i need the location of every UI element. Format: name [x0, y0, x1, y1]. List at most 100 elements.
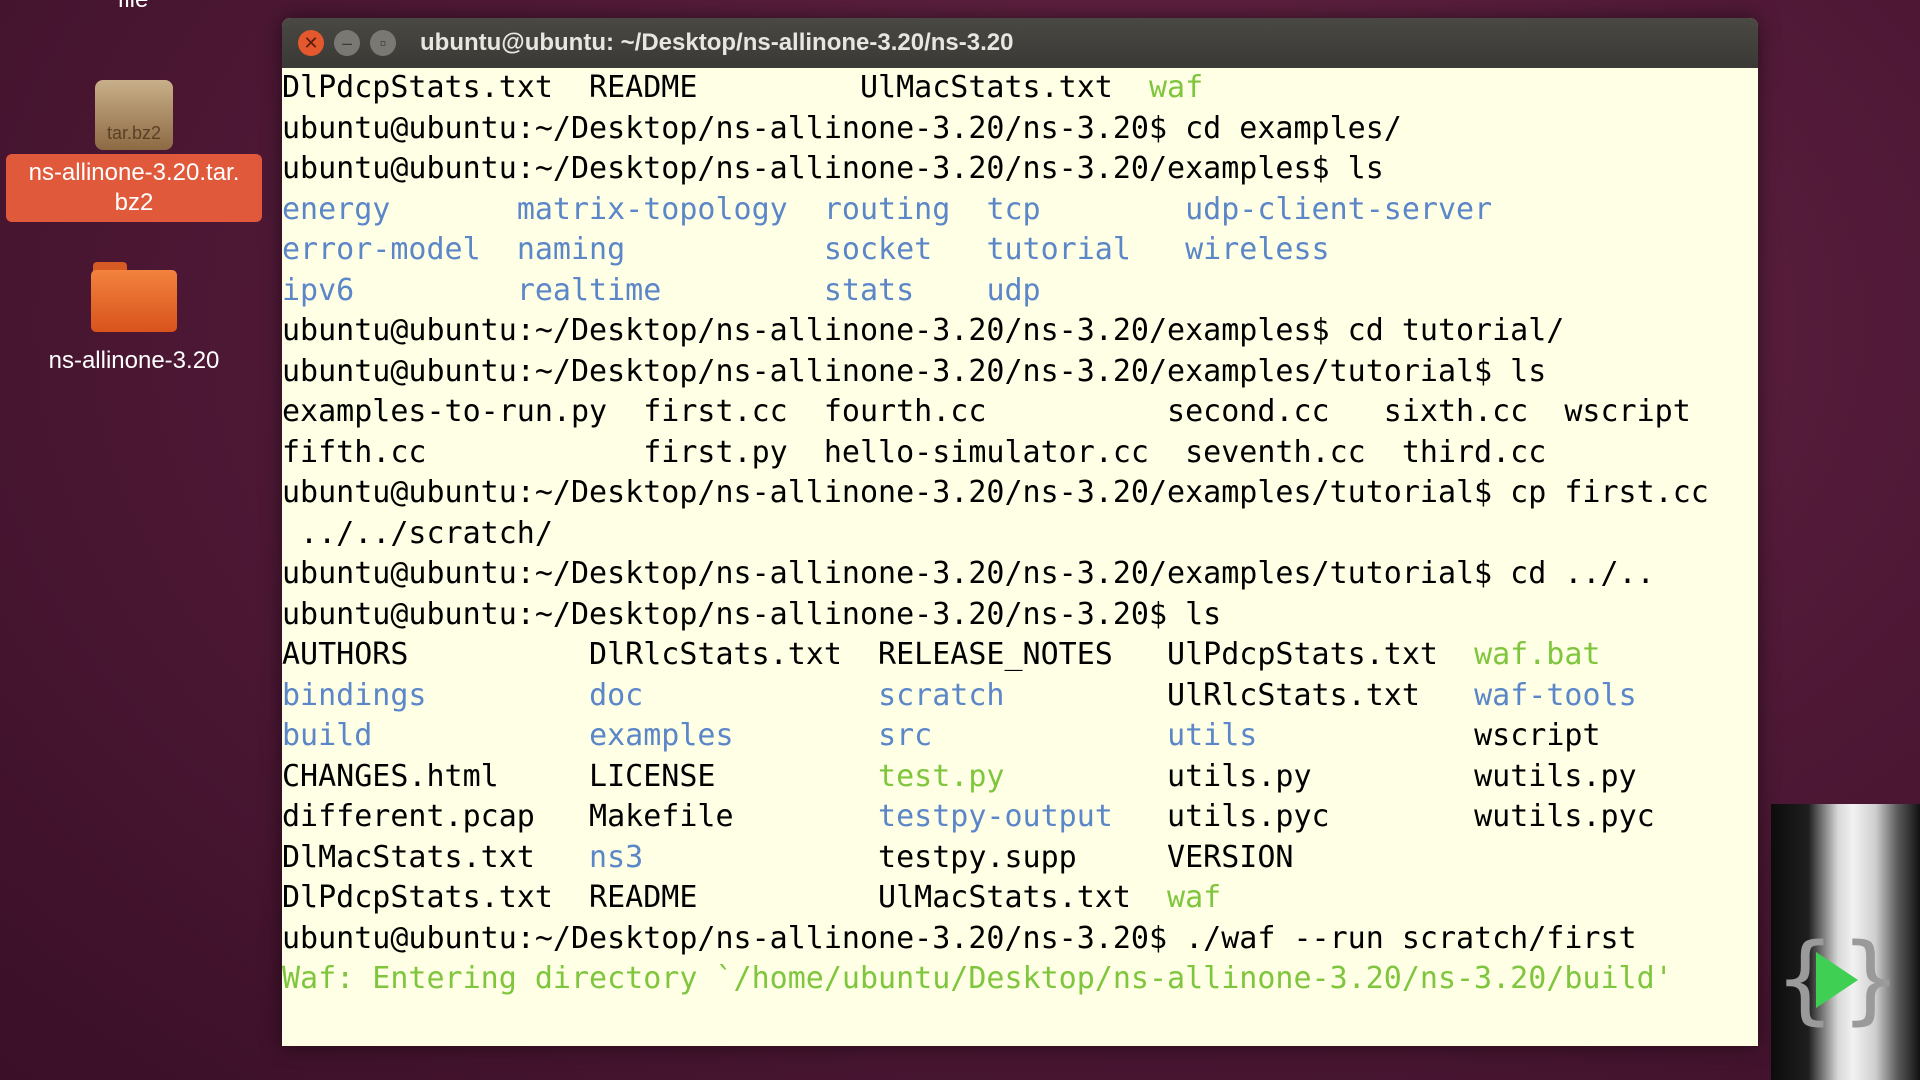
terminal-line: error-model naming socket tutorial wirel… [282, 230, 1758, 271]
directory-entry: tcp [986, 191, 1041, 227]
executable-entry: waf [1148, 70, 1204, 105]
terminal-output[interactable]: DlPdcpStats.txt README UlMacStats.txt wa… [282, 68, 1758, 1000]
terminal-text: utils.pyc wutils.pyc [1112, 799, 1655, 834]
terminal-line: DlPdcpStats.txt README UlMacStats.txt wa… [282, 878, 1758, 919]
directory-entry: bindings [282, 677, 427, 713]
directory-entry: udp-client-server [1185, 191, 1493, 227]
terminal-line: ../../scratch/ [282, 514, 1758, 555]
directory-entry: matrix-topology [516, 191, 788, 227]
terminal-line: ubuntu@ubuntu:~/Desktop/ns-allinone-3.20… [282, 595, 1758, 636]
desktop-icon-archive[interactable]: tar.bz2 ns-allinone-3.20.tar. bz2 [6, 80, 262, 222]
folder-icon [91, 262, 177, 332]
terminal-line: AUTHORS DlRlcStats.txt RELEASE_NOTES UlP… [282, 635, 1758, 676]
terminal-text: ubuntu@ubuntu:~/Desktop/ns-allinone-3.20… [282, 596, 1222, 632]
directory-entry: ns3 [589, 839, 644, 875]
terminal-text: AUTHORS DlRlcStats.txt RELEASE_NOTES UlP… [282, 637, 1475, 672]
executable-entry: waf [1167, 880, 1222, 915]
terminal-line: fifth.cc first.py hello-simulator.cc sev… [282, 433, 1758, 474]
terminal-line: Waf: Entering directory `/home/ubuntu/De… [282, 959, 1758, 1000]
archive-thumb-text: tar.bz2 [106, 123, 162, 143]
executable-entry: Waf: Entering directory `/home/ubuntu/De… [282, 961, 1673, 996]
terminal-text: DlPdcpStats.txt README UlMacStats.txt [282, 70, 1149, 105]
directory-entry: routing [823, 191, 951, 227]
terminal-line: DlPdcpStats.txt README UlMacStats.txt wa… [282, 68, 1758, 109]
terminal-line: ipv6 realtime stats udp [282, 271, 1758, 312]
terminal-text: testpy.supp VERSION [643, 839, 1294, 875]
terminal-text: ubuntu@ubuntu:~/Desktop/ns-allinone-3.20… [282, 151, 1384, 186]
terminal-text: ubuntu@ubuntu:~/Desktop/ns-allinone-3.20… [282, 353, 1547, 389]
window-titlebar[interactable]: ✕ – ▫ ubuntu@ubuntu: ~/Desktop/ns-allino… [282, 18, 1758, 68]
terminal-text: DlPdcpStats.txt README UlMacStats.txt [282, 880, 1168, 915]
window-title: ubuntu@ubuntu: ~/Desktop/ns-allinone-3.2… [420, 29, 1014, 56]
desktop-icon-folder[interactable]: ns-allinone-3.20 [6, 262, 262, 380]
directory-entry: realtime [516, 272, 662, 308]
terminal-window[interactable]: ✕ – ▫ ubuntu@ubuntu: ~/Desktop/ns-allino… [282, 18, 1758, 1046]
terminal-text: examples-to-run.py first.cc fourth.cc se… [282, 394, 1691, 429]
directory-entry: doc [589, 677, 644, 713]
directory-entry: wireless [1185, 232, 1330, 267]
directory-entry: error-model [282, 232, 481, 267]
directory-entry: scratch [878, 677, 1005, 713]
play-logo-icon: { } [1776, 923, 1892, 1035]
directory-entry: examples [589, 718, 734, 753]
terminal-text: ../../scratch/ [282, 515, 553, 551]
terminal-line: build examples src utils wscript [282, 716, 1758, 757]
archive-icon: tar.bz2 [95, 80, 173, 150]
terminal-line: ubuntu@ubuntu:~/Desktop/ns-allinone-3.20… [282, 109, 1758, 150]
desktop-icon-label: ns-allinone-3.20.tar. bz2 [6, 154, 262, 222]
terminal-text: fifth.cc first.py hello-simulator.cc sev… [282, 434, 1547, 470]
terminal-text: ubuntu@ubuntu:~/Desktop/ns-allinone-3.20… [282, 475, 1709, 510]
terminal-text: different.pcap Makefile [282, 799, 879, 834]
directory-entry: utils [1167, 718, 1258, 753]
desktop-icon-label: ns-allinone-3.20 [48, 347, 220, 374]
terminal-line: different.pcap Makefile testpy-output ut… [282, 797, 1758, 838]
terminal-text: DlMacStats.txt [282, 839, 590, 875]
terminal-line: DlMacStats.txt ns3 testpy.supp VERSION [282, 838, 1758, 879]
terminal-text: ubuntu@ubuntu:~/Desktop/ns-allinone-3.20… [282, 313, 1565, 348]
directory-entry: waf-tools [1474, 677, 1637, 713]
terminal-text: UlRlcStats.txt [1004, 677, 1475, 713]
terminal-line: examples-to-run.py first.cc fourth.cc se… [282, 392, 1758, 433]
terminal-line: bindings doc scratch UlRlcStats.txt waf-… [282, 676, 1758, 717]
terminal-text: CHANGES.html LICENSE [282, 758, 879, 794]
directory-entry: stats [823, 272, 915, 308]
terminal-line: energy matrix-topology routing tcp udp-c… [282, 190, 1758, 231]
terminal-line: ubuntu@ubuntu:~/Desktop/ns-allinone-3.20… [282, 554, 1758, 595]
terminal-line: ubuntu@ubuntu:~/Desktop/ns-allinone-3.20… [282, 919, 1758, 960]
executable-entry: waf.bat [1474, 637, 1601, 672]
desktop-icon-label-clipped: file [0, 0, 266, 14]
directory-entry: build [282, 718, 373, 753]
terminal-line: ubuntu@ubuntu:~/Desktop/ns-allinone-3.20… [282, 149, 1758, 190]
terminal-text: ubuntu@ubuntu:~/Desktop/ns-allinone-3.20… [282, 110, 1402, 146]
terminal-text: ubuntu@ubuntu:~/Desktop/ns-allinone-3.20… [282, 556, 1655, 591]
directory-entry: naming [516, 232, 626, 267]
directory-entry: src [878, 718, 933, 753]
terminal-line: ubuntu@ubuntu:~/Desktop/ns-allinone-3.20… [282, 473, 1758, 514]
maximize-icon[interactable]: ▫ [370, 30, 396, 56]
directory-entry: udp [986, 272, 1041, 308]
directory-entry: socket [823, 232, 933, 267]
executable-entry: test.py [878, 758, 1005, 794]
directory-entry: energy [282, 191, 391, 227]
close-icon[interactable]: ✕ [298, 30, 324, 56]
directory-entry: tutorial [986, 232, 1131, 267]
directory-entry: ipv6 [282, 272, 355, 308]
terminal-text: ubuntu@ubuntu:~/Desktop/ns-allinone-3.20… [282, 920, 1637, 956]
minimize-icon[interactable]: – [334, 30, 360, 56]
terminal-line: ubuntu@ubuntu:~/Desktop/ns-allinone-3.20… [282, 311, 1758, 352]
terminal-text: wscript [1257, 718, 1601, 753]
